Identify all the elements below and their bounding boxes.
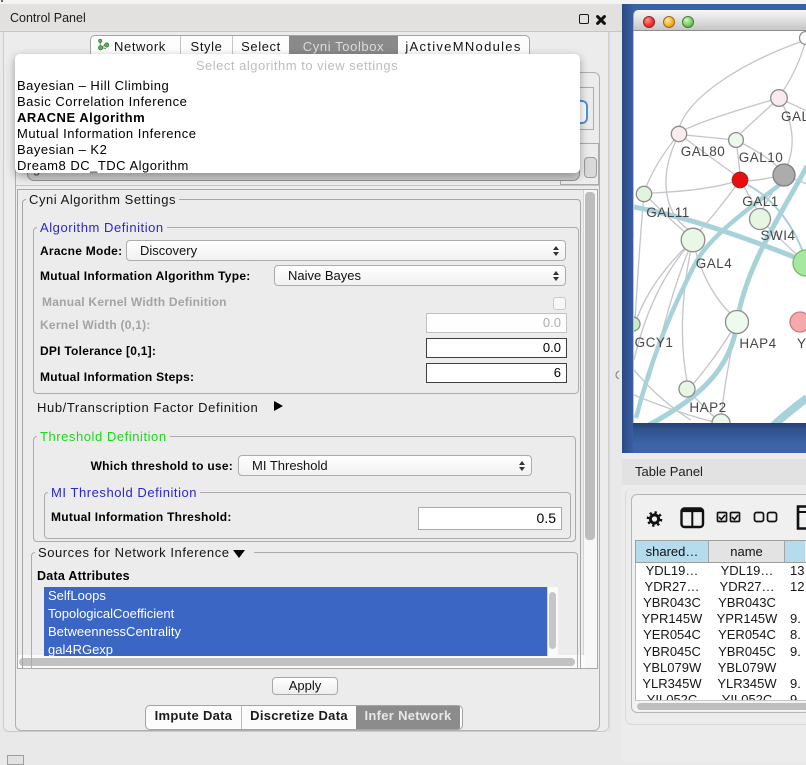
svg-text:YP: YP <box>797 336 806 351</box>
svg-text:GAL80: GAL80 <box>681 144 726 159</box>
svg-text:HAP4: HAP4 <box>739 336 776 351</box>
svg-text:SWI4: SWI4 <box>760 228 795 243</box>
svg-text:GAL4: GAL4 <box>696 256 733 271</box>
svg-text:GAL11: GAL11 <box>646 205 690 220</box>
svg-text:HAP2: HAP2 <box>689 400 726 415</box>
svg-text:GAL7: GAL7 <box>781 109 806 124</box>
svg-text:GCY1: GCY1 <box>635 335 674 350</box>
svg-text:GAL10: GAL10 <box>739 150 784 165</box>
svg-text:GAL1: GAL1 <box>742 194 779 209</box>
